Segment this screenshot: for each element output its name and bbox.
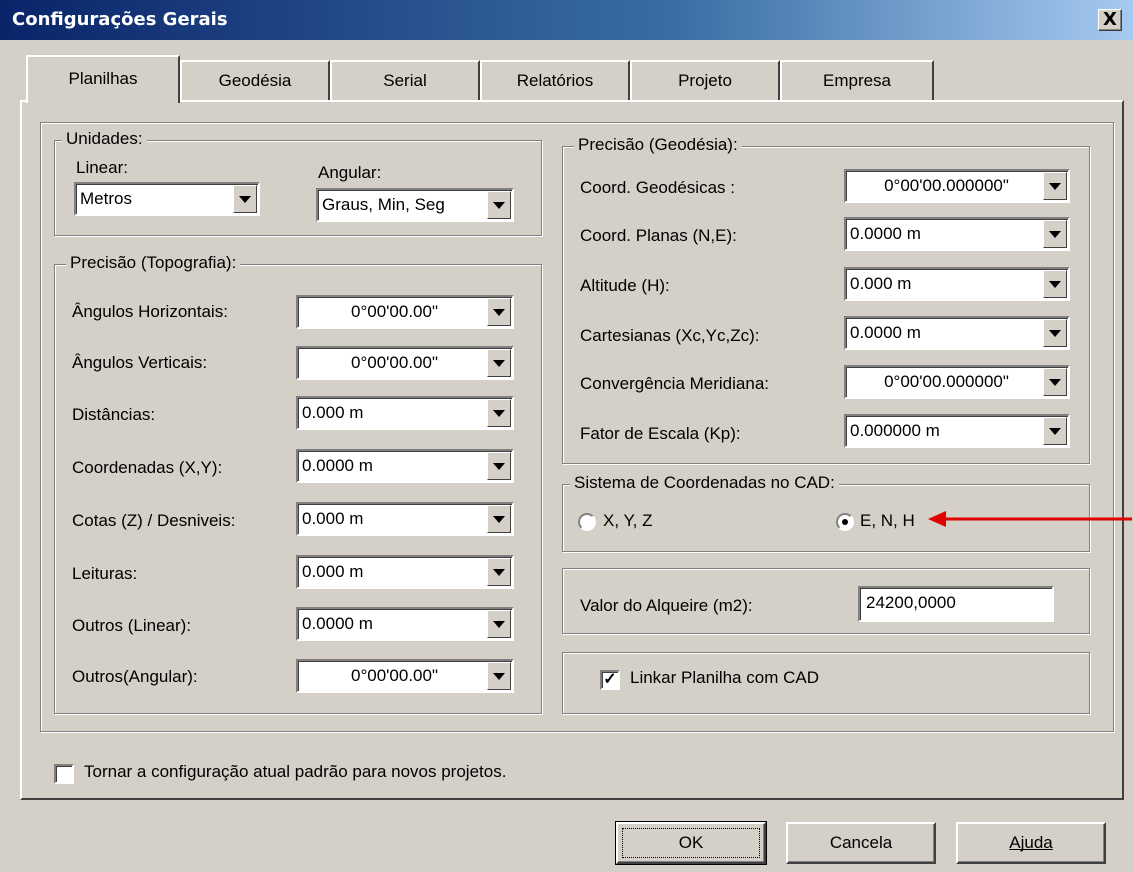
angular-value: Graus, Min, Seg bbox=[322, 195, 445, 214]
geo-label-cartesianas: Cartesianas (Xc,Yc,Zc): bbox=[580, 326, 760, 345]
chevron-down-icon[interactable] bbox=[1043, 417, 1067, 445]
radio-xyz-label[interactable]: X, Y, Z bbox=[603, 511, 652, 531]
geo-label-fator-escala: Fator de Escala (Kp): bbox=[580, 424, 741, 443]
topo-value: 0°00'00.00" bbox=[351, 666, 438, 685]
alqueire-input[interactable]: 24200,0000 bbox=[858, 586, 1054, 622]
topografia-legend: Precisão (Topografia): bbox=[66, 253, 241, 273]
topo-value: 0.0000 m bbox=[302, 456, 373, 475]
geo-label-coord-geodesicas: Coord. Geodésicas : bbox=[580, 178, 735, 197]
alqueire-label: Valor do Alqueire (m2): bbox=[580, 596, 753, 615]
linear-value: Metros bbox=[80, 189, 132, 208]
topografia-group bbox=[54, 264, 542, 714]
geo-label-altitude: Altitude (H): bbox=[580, 276, 670, 295]
chevron-down-icon[interactable] bbox=[487, 452, 511, 480]
geo-select-altitude[interactable]: 0.000 m bbox=[844, 267, 1070, 301]
chevron-down-icon[interactable] bbox=[487, 662, 511, 690]
chevron-down-icon[interactable] bbox=[487, 349, 511, 377]
chevron-down-icon[interactable] bbox=[1043, 319, 1067, 347]
unidades-legend: Unidades: bbox=[62, 129, 147, 149]
topo-label-leituras: Leituras: bbox=[72, 564, 138, 583]
topo-label-coordenadas: Coordenadas (X,Y): bbox=[72, 458, 223, 477]
annotation-arrow-icon bbox=[928, 511, 1132, 527]
topo-select-distancias[interactable]: 0.000 m bbox=[296, 396, 514, 430]
topo-select-coordenadas[interactable]: 0.0000 m bbox=[296, 449, 514, 483]
link-checkbox-label[interactable]: Linkar Planilha com CAD bbox=[630, 668, 819, 688]
topo-select-ang-v[interactable]: 0°00'00.00" bbox=[296, 346, 514, 380]
chevron-down-icon[interactable] bbox=[1043, 270, 1067, 298]
topo-label-ang-h: Ângulos Horizontais: bbox=[72, 302, 228, 321]
geo-value: 0.000 m bbox=[850, 274, 912, 293]
angular-label: Angular: bbox=[318, 163, 382, 182]
topo-select-leituras[interactable]: 0.000 m bbox=[296, 555, 514, 589]
geo-value: 0.0000 m bbox=[850, 224, 921, 243]
default-config-checkbox[interactable] bbox=[54, 764, 74, 784]
geo-select-fator-escala[interactable]: 0.000000 m bbox=[844, 414, 1070, 448]
topo-select-outros-linear[interactable]: 0.0000 m bbox=[296, 607, 514, 641]
geo-value: 0°00'00.000000" bbox=[884, 372, 1009, 391]
topo-value: 0.000 m bbox=[302, 509, 364, 528]
topo-label-cotas: Cotas (Z) / Desniveis: bbox=[72, 511, 236, 530]
topo-select-ang-h[interactable]: 0°00'00.00" bbox=[296, 295, 514, 329]
chevron-down-icon[interactable] bbox=[233, 185, 257, 213]
linear-select[interactable]: Metros bbox=[74, 182, 260, 216]
chevron-down-icon[interactable] bbox=[1043, 172, 1067, 200]
geo-label-convergencia: Convergência Meridiana: bbox=[580, 374, 769, 393]
topo-select-cotas[interactable]: 0.000 m bbox=[296, 502, 514, 536]
geo-label-coord-planas: Coord. Planas (N,E): bbox=[580, 226, 737, 245]
chevron-down-icon[interactable] bbox=[1043, 368, 1067, 396]
topo-value: 0.0000 m bbox=[302, 614, 373, 633]
link-checkbox[interactable]: ✓ bbox=[600, 670, 620, 690]
chevron-down-icon[interactable] bbox=[487, 610, 511, 638]
geo-select-coord-planas[interactable]: 0.0000 m bbox=[844, 217, 1070, 251]
geo-select-convergencia[interactable]: 0°00'00.000000" bbox=[844, 365, 1070, 399]
geo-value: 0.0000 m bbox=[850, 323, 921, 342]
geo-value: 0.000000 m bbox=[850, 421, 940, 440]
geo-value: 0°00'00.000000" bbox=[884, 176, 1009, 195]
topo-label-ang-v: Ângulos Verticais: bbox=[72, 353, 208, 372]
chevron-down-icon[interactable] bbox=[487, 191, 511, 219]
geo-select-coord-geodesicas[interactable]: 0°00'00.000000" bbox=[844, 169, 1070, 203]
cad-system-legend: Sistema de Coordenadas no CAD: bbox=[570, 473, 839, 493]
topo-value: 0°00'00.00" bbox=[351, 353, 438, 372]
topo-select-outros-angular[interactable]: 0°00'00.00" bbox=[296, 659, 514, 693]
linear-label: Linear: bbox=[76, 158, 128, 177]
chevron-down-icon[interactable] bbox=[487, 505, 511, 533]
topo-value: 0.000 m bbox=[302, 403, 364, 422]
topo-value: 0.000 m bbox=[302, 562, 364, 581]
topo-label-outros-linear: Outros (Linear): bbox=[72, 616, 192, 635]
chevron-down-icon[interactable] bbox=[487, 558, 511, 586]
angular-select[interactable]: Graus, Min, Seg bbox=[316, 188, 514, 222]
radio-enh-label[interactable]: E, N, H bbox=[860, 511, 915, 531]
chevron-down-icon[interactable] bbox=[1043, 220, 1067, 248]
chevron-down-icon[interactable] bbox=[487, 298, 511, 326]
radio-enh[interactable] bbox=[836, 513, 854, 531]
topo-label-outros-angular: Outros(Angular): bbox=[72, 667, 198, 686]
geo-select-cartesianas[interactable]: 0.0000 m bbox=[844, 316, 1070, 350]
chevron-down-icon[interactable] bbox=[487, 399, 511, 427]
geodesia-legend: Precisão (Geodésia): bbox=[574, 135, 742, 155]
topo-label-distancias: Distâncias: bbox=[72, 405, 156, 424]
radio-xyz[interactable] bbox=[578, 513, 596, 531]
default-config-label[interactable]: Tornar a configuração atual padrão para … bbox=[84, 762, 506, 782]
topo-value: 0°00'00.00" bbox=[351, 302, 438, 321]
